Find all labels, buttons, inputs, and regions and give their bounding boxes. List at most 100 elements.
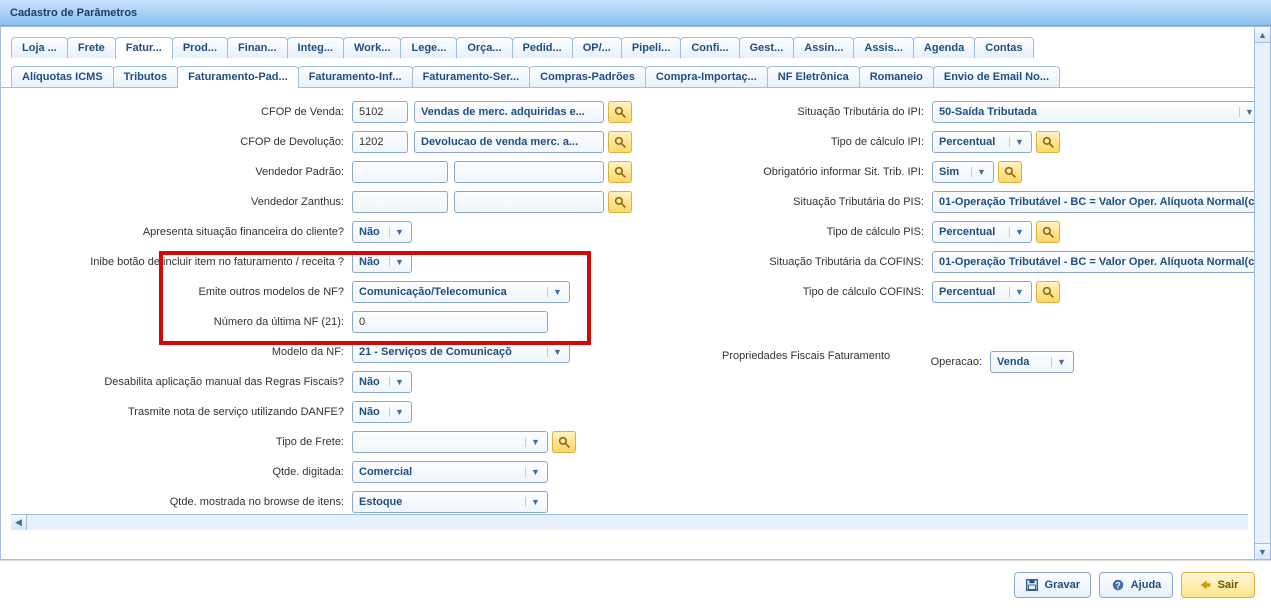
main-tab-8[interactable]: Orça... [456,37,512,58]
label-cfop-devolucao: CFOP de Devolução: [17,136,352,148]
save-icon [1025,578,1039,592]
select-desabilita-regras[interactable]: Não▼ [352,371,412,393]
select-sit-pis[interactable]: 01-Operação Tributável - BC = Valor Oper… [932,191,1270,213]
main-tab-0[interactable]: Loja ... [11,37,68,58]
main-tab-7[interactable]: Lege... [400,37,457,58]
lookup-tipo-frete[interactable] [552,431,576,453]
main-tab-14[interactable]: Assin... [793,37,854,58]
input-vendedor-padrao[interactable] [352,161,448,183]
label-modelo-nf: Modelo da NF: [17,346,352,358]
left-column: CFOP de Venda: Vendas de merc. adquirida… [17,100,632,530]
input-cfop-venda-code[interactable] [352,101,408,123]
lookup-cfop-devolucao[interactable] [608,131,632,153]
main-tab-13[interactable]: Gest... [739,37,795,58]
select-qtde-mostrada[interactable]: Estoque▼ [352,491,548,513]
chevron-down-icon: ▼ [547,347,563,357]
select-trasmite-danfe[interactable]: Não▼ [352,401,412,423]
select-tipo-calc-ipi[interactable]: Percentual▼ [932,131,1032,153]
sub-tabs: Alíquotas ICMSTributosFaturamento-Pad...… [1,58,1270,88]
select-qtde-digitada[interactable]: Comercial▼ [352,461,548,483]
sair-button[interactable]: Sair [1181,572,1255,598]
gravar-button[interactable]: Gravar [1014,572,1091,598]
main-tab-1[interactable]: Frete [67,37,116,58]
label-sit-pis: Situação Tributária do PIS: [672,196,932,208]
scroll-up-icon[interactable]: ▲ [1255,27,1270,43]
sub-tab-6[interactable]: Compra-Importaç... [645,66,768,87]
main-tab-4[interactable]: Finan... [227,37,288,58]
select-apresenta-sit[interactable]: Não▼ [352,221,412,243]
chevron-down-icon: ▼ [525,437,541,447]
select-emite-nf[interactable]: Comunicação/Telecomunica▼ [352,281,570,303]
main-tab-2[interactable]: Fatur... [115,37,173,59]
chevron-down-icon: ▼ [525,467,541,477]
main-panel: Loja ...FreteFatur...Prod...Finan...Inte… [0,26,1271,560]
chevron-down-icon: ▼ [1009,287,1025,297]
lookup-tipo-calc-cofins[interactable] [1036,281,1060,303]
select-tipo-calc-cofins[interactable]: Percentual▼ [932,281,1032,303]
main-tab-12[interactable]: Confi... [680,37,739,58]
footer-bar: Gravar ? Ajuda Sair [0,560,1271,608]
right-column: Situação Tributária do IPI: 50-Saída Tri… [672,100,1270,530]
main-tab-6[interactable]: Work... [343,37,401,58]
main-tab-11[interactable]: Pipeli... [621,37,682,58]
search-icon [1041,285,1055,299]
sub-tab-1[interactable]: Tributos [113,66,178,87]
sub-tab-9[interactable]: Envio de Email No... [933,66,1060,87]
lookup-obrig-sit-ipi[interactable] [998,161,1022,183]
main-tab-5[interactable]: Integ... [287,37,344,58]
input-num-ultima-nf[interactable] [352,311,548,333]
select-inibe-botao[interactable]: Não▼ [352,251,412,273]
sub-tab-2[interactable]: Faturamento-Pad... [177,66,299,88]
select-sit-cofins[interactable]: 01-Operação Tributável - BC = Valor Oper… [932,251,1270,273]
desc-cfop-venda: Vendas de merc. adquiridas e... [414,101,604,123]
search-icon [557,435,571,449]
scroll-left-icon[interactable]: ◀ [11,515,27,530]
main-tab-17[interactable]: Contas [974,37,1033,58]
chevron-down-icon: ▼ [389,227,405,237]
lookup-vendedor-zanthus[interactable] [608,191,632,213]
sub-tab-4[interactable]: Faturamento-Ser... [412,66,531,87]
label-vendedor-zanthus: Vendedor Zanthus: [17,196,352,208]
input-cfop-devolucao-code[interactable] [352,131,408,153]
scrollbar-vertical[interactable]: ▲ ▼ [1254,27,1270,559]
main-tab-16[interactable]: Agenda [913,37,975,58]
sub-tab-0[interactable]: Alíquotas ICMS [11,66,114,87]
desc-cfop-devolucao: Devolucao de venda merc. a... [414,131,604,153]
select-tipo-calc-pis[interactable]: Percentual▼ [932,221,1032,243]
label-apresenta-sit: Apresenta situação financeira do cliente… [17,226,352,238]
label-operacao: Operacao: [672,356,990,368]
sub-tab-7[interactable]: NF Eletrônica [767,66,860,87]
sub-tab-3[interactable]: Faturamento-Inf... [298,66,413,87]
label-num-ultima-nf: Número da última NF (21): [17,316,352,328]
lookup-tipo-calc-pis[interactable] [1036,221,1060,243]
chevron-down-icon: ▼ [1009,227,1025,237]
select-operacao[interactable]: Venda▼ [990,351,1074,373]
ajuda-button[interactable]: ? Ajuda [1099,572,1173,598]
search-icon [613,165,627,179]
lookup-cfop-venda[interactable] [608,101,632,123]
search-icon [1003,165,1017,179]
sub-tab-8[interactable]: Romaneio [859,66,934,87]
main-tab-10[interactable]: OP/... [572,37,622,58]
main-tab-3[interactable]: Prod... [172,37,228,58]
select-modelo-nf[interactable]: 21 - Serviços de Comunicaçõ▼ [352,341,570,363]
input-vendedor-zanthus[interactable] [352,191,448,213]
window-title: Cadastro de Parâmetros [0,0,1271,26]
lookup-vendedor-padrao[interactable] [608,161,632,183]
scrollbar-horizontal[interactable]: ◀ [11,514,1248,530]
select-obrig-sit-ipi[interactable]: Sim▼ [932,161,994,183]
main-tab-9[interactable]: Pedid... [512,37,573,58]
sub-tab-5[interactable]: Compras-Padrões [529,66,646,87]
exit-icon [1198,578,1212,592]
chevron-down-icon: ▼ [389,377,405,387]
lookup-tipo-calc-ipi[interactable] [1036,131,1060,153]
label-trasmite-danfe: Trasmite nota de serviço utilizando DANF… [17,406,352,418]
select-tipo-frete[interactable]: ▼ [352,431,548,453]
select-sit-ipi[interactable]: 50-Saída Tributada▼ [932,101,1262,123]
search-icon [1041,135,1055,149]
chevron-down-icon: ▼ [1051,357,1067,367]
main-tab-15[interactable]: Assis... [853,37,914,58]
label-emite-nf: Emite outros modelos de NF? [17,286,352,298]
desc-vendedor-zanthus [454,191,604,213]
scroll-down-icon[interactable]: ▼ [1255,543,1270,559]
